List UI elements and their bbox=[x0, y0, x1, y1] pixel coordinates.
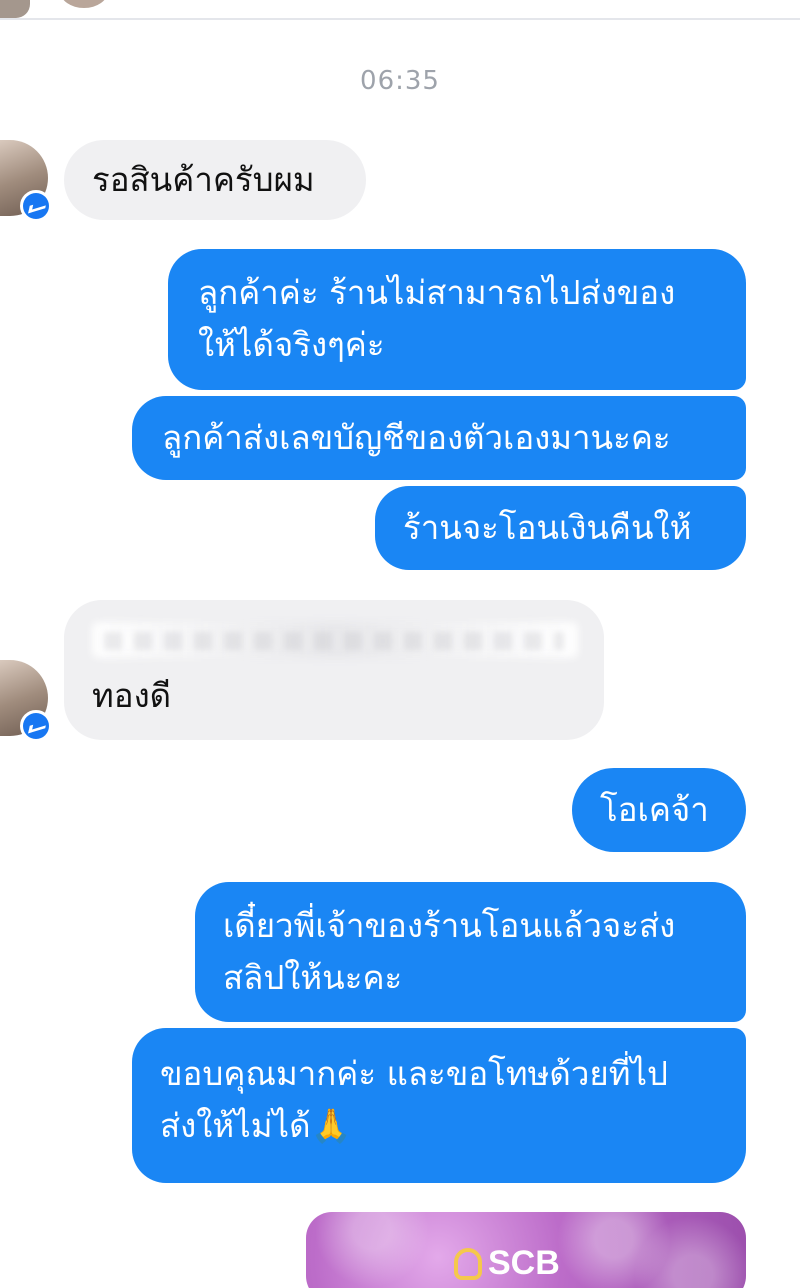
message-text: รอสินค้าครับผม bbox=[92, 160, 315, 199]
message-text: ร้านจะโอนเงินคืนให้ bbox=[403, 508, 692, 547]
outgoing-message-bubble[interactable]: ลูกค้าค่ะ ร้านไม่สามารถไปส่งของ ให้ได้จร… bbox=[168, 249, 746, 390]
outgoing-message-bubble[interactable]: ร้านจะโอนเงินคืนให้ bbox=[375, 486, 746, 570]
message-text-line: ขอบคุณมากค่ะ และขอโทษด้วยที่ไป bbox=[160, 1054, 668, 1093]
top-header-strip bbox=[0, 0, 800, 20]
top-avatar bbox=[0, 0, 30, 18]
outgoing-message-bubble[interactable]: เดี๋ยวพี่เจ้าของร้านโอนแล้วจะส่ง สลิปให้… bbox=[195, 882, 746, 1022]
incoming-message-bubble[interactable]: รอสินค้าครับผม bbox=[64, 140, 366, 220]
messenger-badge-icon bbox=[20, 710, 52, 742]
messenger-badge-icon bbox=[20, 190, 52, 222]
message-text-line: ลูกค้าค่ะ ร้านไม่สามารถไปส่งของ bbox=[198, 273, 676, 312]
message-text-line: สลิปให้นะคะ bbox=[223, 958, 403, 997]
message-text-line: ส่งให้ไม่ได้🙏 bbox=[160, 1106, 352, 1145]
scb-transfer-slip-image[interactable]: SCB bbox=[306, 1212, 746, 1288]
outgoing-message-bubble[interactable]: ลูกค้าส่งเลขบัญชีของตัวเองมานะคะ bbox=[132, 396, 746, 480]
message-text: ลูกค้าส่งเลขบัญชีของตัวเองมานะคะ bbox=[162, 418, 671, 457]
top-avatar-partial bbox=[60, 0, 108, 8]
scb-logo-text: SCB bbox=[488, 1244, 560, 1282]
message-timestamp: 06:35 bbox=[360, 66, 440, 96]
scb-logo-icon: SCB bbox=[454, 1244, 560, 1283]
outgoing-message-bubble[interactable]: โอเคจ้า bbox=[572, 768, 746, 852]
redacted-account-texture bbox=[104, 632, 564, 650]
message-text: โอเคจ้า bbox=[600, 790, 709, 829]
message-text-line: ให้ได้จริงๆค่ะ bbox=[198, 325, 385, 364]
message-text-line: เดี๋ยวพี่เจ้าของร้านโอนแล้วจะส่ง bbox=[223, 906, 676, 945]
scb-mark-icon bbox=[454, 1247, 482, 1280]
incoming-message-bubble[interactable]: ทองดี bbox=[64, 600, 604, 740]
chat-screen: 06:35 รอสินค้าครับผม ลูกค้าค่ะ ร้านไม่สา… bbox=[0, 0, 800, 1288]
message-text-line: ทองดี bbox=[92, 676, 172, 715]
outgoing-message-bubble[interactable]: ขอบคุณมากค่ะ และขอโทษด้วยที่ไป ส่งให้ไม่… bbox=[132, 1028, 746, 1183]
